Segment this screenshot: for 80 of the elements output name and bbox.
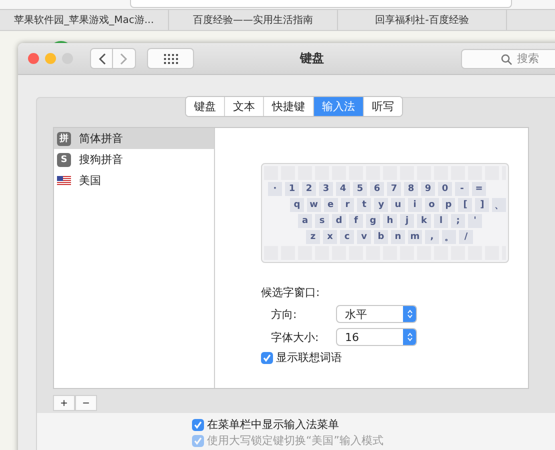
key: c	[340, 230, 354, 244]
key: 9	[421, 182, 435, 196]
key: ·	[268, 182, 282, 196]
stepper-arrows-icon	[406, 309, 412, 319]
input-source-icon: 拼	[57, 132, 71, 146]
key: p	[442, 198, 456, 212]
key: q	[290, 198, 304, 212]
browser-tab[interactable]: 回享福利社-百度经验	[338, 10, 507, 30]
key: e	[324, 198, 338, 212]
key: g	[366, 214, 380, 228]
popup-menu[interactable]: 水平	[336, 305, 417, 323]
key: 5	[353, 182, 367, 196]
key: j	[400, 214, 414, 228]
key: z	[306, 230, 320, 244]
key: h	[383, 214, 397, 228]
search-field[interactable]: 搜索	[461, 48, 555, 68]
popup-menu[interactable]: 16	[336, 328, 417, 346]
key: d	[332, 214, 346, 228]
key: 1	[285, 182, 299, 196]
browser-tab[interactable]: 苹果软件园_苹果游戏_Mac游...	[0, 10, 169, 30]
checkbox[interactable]: 在菜单栏中显示输入法菜单	[192, 417, 555, 432]
key: 4	[336, 182, 350, 196]
key: 7	[387, 182, 401, 196]
key: a	[298, 214, 312, 228]
checkbox[interactable]: 显示联想词语	[261, 350, 528, 365]
back-button[interactable]	[90, 48, 113, 69]
key: v	[357, 230, 371, 244]
key: r	[340, 198, 354, 212]
input-source-item[interactable]: 美国	[54, 170, 214, 191]
key: w	[306, 198, 321, 212]
show-all-button[interactable]	[147, 48, 194, 69]
key: 、	[492, 198, 506, 212]
key: ;	[451, 214, 465, 228]
search-icon	[501, 54, 512, 64]
key: k	[417, 214, 431, 228]
input-source-item[interactable]: S 搜狗拼音	[54, 149, 214, 170]
close-button[interactable]	[28, 53, 39, 64]
key: 。	[442, 230, 456, 244]
field-label: 方向:	[271, 306, 298, 322]
key: m	[408, 230, 422, 244]
key: t	[357, 198, 372, 212]
input-source-item[interactable]: 拼 简体拼音	[54, 128, 214, 149]
grid-icon	[164, 54, 178, 64]
key: 8	[404, 182, 418, 196]
key: 0	[438, 182, 452, 196]
key: 2	[302, 182, 316, 196]
address-bar[interactable]	[130, 0, 512, 8]
checkmark-icon	[262, 352, 272, 362]
key: f	[349, 214, 363, 228]
key: i	[408, 198, 422, 212]
key: b	[374, 230, 388, 244]
flag-icon	[57, 176, 71, 186]
section-heading: 候选字窗口:	[261, 285, 321, 300]
key: n	[391, 230, 405, 244]
key: u	[391, 198, 405, 212]
field-label: 字体大小:	[271, 330, 320, 344]
browser-tab[interactable]: 百度经验——实用生活指南	[169, 10, 338, 30]
key: y	[374, 198, 388, 212]
key: o	[424, 198, 439, 212]
key: =	[472, 182, 486, 196]
list-button[interactable]: −	[75, 395, 97, 411]
stepper-arrows-icon	[406, 332, 412, 342]
chevron-left-icon	[98, 52, 106, 64]
input-source-icon: S	[57, 152, 71, 166]
key: /	[459, 230, 473, 244]
key: ,	[425, 230, 439, 244]
window-title: 键盘	[300, 50, 324, 67]
key: x	[323, 230, 337, 244]
list-button[interactable]: +	[53, 395, 75, 411]
key: -	[455, 182, 469, 196]
minimize-button[interactable]	[45, 53, 56, 64]
key: [	[458, 198, 472, 212]
key: '	[468, 214, 482, 228]
key: s	[315, 214, 329, 228]
tab[interactable]: 键盘	[186, 97, 225, 116]
key: 6	[370, 182, 384, 196]
key: ]	[475, 198, 490, 212]
key: l	[434, 214, 448, 228]
chevron-right-icon	[120, 52, 128, 64]
key: 3	[319, 182, 333, 196]
